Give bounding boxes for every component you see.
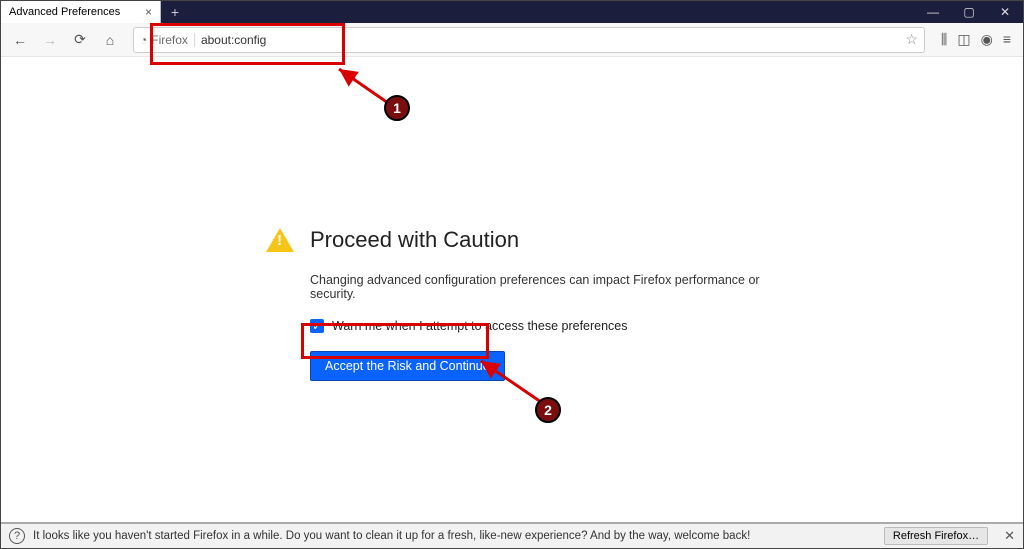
identity-box[interactable]: ◔ Firefox [140,33,195,47]
url-bar[interactable]: ◔ Firefox about:config ☆ [133,27,925,53]
forward-button: → [37,27,63,53]
account-icon[interactable]: ◉ [981,31,993,48]
new-tab-button[interactable]: + [161,1,189,23]
page-content: Proceed with Caution Changing advanced c… [1,57,1023,522]
back-button[interactable]: ← [7,27,33,53]
caution-header: Proceed with Caution [266,227,766,253]
identity-label: Firefox [151,33,188,47]
refresh-firefox-button[interactable]: Refresh Firefox… [884,527,988,545]
infobar-close-icon[interactable]: ✕ [1004,528,1015,544]
reload-button[interactable]: ⟳ [67,27,93,53]
navigation-bar: ← → ⟳ ⌂ ◔ Firefox about:config ☆ ⫼ ◫ ◉ ≡ [1,23,1023,57]
warn-checkbox-label: Warn me when I attempt to access these p… [332,319,628,333]
annotation-arrow-1 [331,65,401,115]
info-icon: ? [9,528,25,544]
window-controls: — ▢ ✕ [915,1,1023,23]
browser-window: Advanced Preferences × + — ▢ ✕ ← → ⟳ ⌂ ◔… [0,0,1024,549]
accept-risk-button[interactable]: Accept the Risk and Continue [310,351,505,381]
info-bar: ? It looks like you haven't started Fire… [1,522,1023,548]
maximize-button[interactable]: ▢ [951,1,987,23]
annotation-badge-2: 2 [535,397,561,423]
caution-title: Proceed with Caution [310,227,519,253]
tab-title: Advanced Preferences [9,6,120,18]
warning-icon [266,228,294,252]
library-icon[interactable]: ⫼ [941,31,947,48]
warn-checkbox-row[interactable]: ✓ Warn me when I attempt to access these… [310,319,766,333]
minimize-button[interactable]: — [915,1,951,23]
toolbar-right: ⫼ ◫ ◉ ≡ [935,31,1017,48]
menu-icon[interactable]: ≡ [1003,31,1011,48]
home-button[interactable]: ⌂ [97,27,123,53]
url-text: about:config [201,33,899,47]
close-tab-icon[interactable]: × [145,5,152,19]
bookmark-star-icon[interactable]: ☆ [905,31,918,48]
close-window-button[interactable]: ✕ [987,1,1023,23]
caution-description: Changing advanced configuration preferen… [310,273,766,301]
tab-strip: Advanced Preferences × + — ▢ ✕ [1,1,1023,23]
annotation-badge-1: 1 [384,95,410,121]
firefox-icon: ◔ [140,33,147,47]
checkbox-checked-icon[interactable]: ✓ [310,319,324,333]
caution-panel: Proceed with Caution Changing advanced c… [266,227,766,381]
tab-active[interactable]: Advanced Preferences × [1,1,161,23]
sidebar-icon[interactable]: ◫ [957,31,970,48]
info-message: It looks like you haven't started Firefo… [33,530,750,542]
